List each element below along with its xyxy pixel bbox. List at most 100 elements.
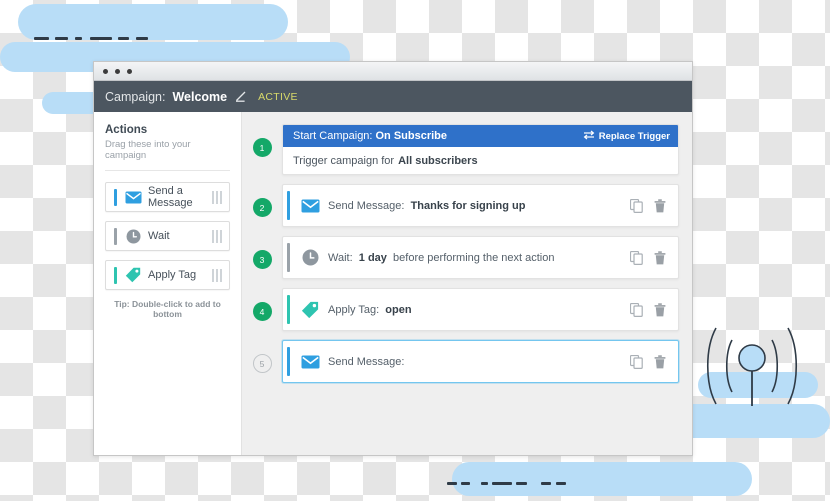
drag-handle-icon[interactable] (212, 269, 222, 282)
app-header: Campaign: Welcome ACTIVE (94, 81, 692, 112)
envelope-icon (299, 199, 321, 213)
action-value: open (385, 304, 411, 316)
action-value: Thanks for signing up (411, 200, 526, 212)
window-body: Actions Drag these into your campaign Se… (94, 112, 692, 455)
card-tools (630, 251, 666, 265)
step-number-badge: 5 (253, 354, 272, 373)
window-maximize-dot[interactable] (127, 69, 132, 74)
action-label: Apply Tag: (328, 304, 379, 316)
action-card-send-message[interactable]: Send Message: Thanks for signing up (282, 184, 679, 227)
campaign-step-3: 3 Wait: 1 day before performing (242, 236, 679, 279)
pencil-icon[interactable] (234, 91, 246, 103)
dash-mark (461, 482, 470, 485)
envelope-icon (123, 191, 143, 204)
action-card-send-message-empty[interactable]: Send Message: (282, 340, 679, 383)
sidebar-subtitle: Drag these into your campaign (105, 139, 230, 161)
window-close-dot[interactable] (103, 69, 108, 74)
dash-mark (90, 37, 112, 40)
action-card-row: Send Message: (283, 341, 678, 382)
action-card-wait[interactable]: Wait: 1 day before performing the next a… (282, 236, 679, 279)
dash-mark (34, 37, 49, 40)
accent-bar (287, 295, 290, 324)
step-number-badge: 4 (253, 302, 272, 321)
clock-icon (123, 229, 143, 244)
sidebar-action-send-a-message[interactable]: Send a Message (105, 182, 230, 212)
sidebar-action-label: Send a Message (148, 185, 212, 209)
trigger-detail-value: All subscribers (398, 155, 477, 167)
swap-arrows-icon (583, 130, 595, 143)
trigger-label: Start Campaign: (293, 130, 372, 142)
sidebar-action-label: Wait (148, 230, 212, 242)
action-suffix: before performing the next action (393, 252, 554, 264)
dash-mark (75, 37, 82, 40)
broadcast-antenna-icon (706, 322, 798, 410)
copy-icon[interactable] (630, 199, 643, 213)
sidebar-divider (105, 170, 230, 171)
action-card-text: Apply Tag: open (328, 304, 630, 316)
dash-mark (447, 482, 457, 485)
replace-trigger-button[interactable]: Replace Trigger (583, 130, 670, 143)
action-card-row: Wait: 1 day before performing the next a… (283, 237, 678, 278)
action-card-apply-tag[interactable]: Apply Tag: open (282, 288, 679, 331)
step-number-badge: 3 (253, 250, 272, 269)
dash-mark (118, 37, 129, 40)
sidebar-title: Actions (105, 124, 230, 136)
trigger-detail-label: Trigger campaign for (293, 155, 394, 167)
trigger-card-header: Start Campaign: On Subscribe (283, 125, 678, 147)
drag-handle-icon[interactable] (212, 230, 222, 243)
dash-mark (55, 37, 68, 40)
dash-mark (492, 482, 512, 485)
campaign-step-5: 5 Send Message: (242, 340, 679, 383)
campaign-canvas: 1 Start Campaign: On Subscribe (242, 112, 692, 455)
accent-bar (114, 228, 117, 245)
trigger-detail-row[interactable]: Trigger campaign for All subscribers (283, 147, 678, 174)
copy-icon[interactable] (630, 251, 643, 265)
cloud-shape (18, 4, 288, 40)
drag-handle-icon[interactable] (212, 191, 222, 204)
actions-sidebar: Actions Drag these into your campaign Se… (94, 112, 242, 455)
trigger-value: On Subscribe (375, 130, 447, 142)
accent-bar (114, 189, 117, 206)
action-card-row: Send Message: Thanks for signing up (283, 185, 678, 226)
sidebar-action-apply-tag[interactable]: Apply Tag (105, 260, 230, 290)
sidebar-action-label: Apply Tag (148, 269, 212, 281)
step-number-badge: 2 (253, 198, 272, 217)
copy-icon[interactable] (630, 303, 643, 317)
status-badge: ACTIVE (258, 91, 298, 103)
trash-icon[interactable] (654, 251, 666, 265)
step-number-column: 2 (242, 184, 282, 217)
accent-bar (287, 191, 290, 220)
trigger-card[interactable]: Start Campaign: On Subscribe (282, 124, 679, 175)
dash-mark (136, 37, 148, 40)
sidebar-action-wait[interactable]: Wait (105, 221, 230, 251)
dash-mark (556, 482, 566, 485)
clock-icon (299, 249, 321, 266)
copy-icon[interactable] (630, 355, 643, 369)
screenshot-canvas: Campaign: Welcome ACTIVE Actions Drag th… (0, 0, 830, 501)
accent-bar (114, 267, 117, 284)
campaign-name: Welcome (172, 90, 227, 104)
dash-mark (541, 482, 551, 485)
cloud-shape (452, 462, 752, 496)
app-window: Campaign: Welcome ACTIVE Actions Drag th… (93, 61, 693, 456)
action-label: Send Message: (328, 356, 404, 368)
tag-icon (299, 301, 321, 319)
action-label: Send Message: (328, 200, 404, 212)
trash-icon[interactable] (654, 199, 666, 213)
card-tools (630, 355, 666, 369)
campaign-step-1: 1 Start Campaign: On Subscribe (242, 124, 679, 175)
action-card-text: Send Message: (328, 356, 630, 368)
step-number-badge: 1 (253, 138, 272, 157)
campaign-step-2: 2 Send Message: Thanks for signin (242, 184, 679, 227)
window-minimize-dot[interactable] (115, 69, 120, 74)
trash-icon[interactable] (654, 303, 666, 317)
step-number-column: 5 (242, 340, 282, 373)
window-titlebar (94, 62, 692, 81)
campaign-label: Campaign: (105, 90, 165, 104)
action-card-text: Send Message: Thanks for signing up (328, 200, 630, 212)
trash-icon[interactable] (654, 355, 666, 369)
sidebar-tip: Tip: Double-click to add to bottom (105, 299, 230, 319)
step-number-column: 1 (242, 124, 282, 157)
accent-bar (287, 347, 290, 376)
envelope-icon (299, 355, 321, 369)
